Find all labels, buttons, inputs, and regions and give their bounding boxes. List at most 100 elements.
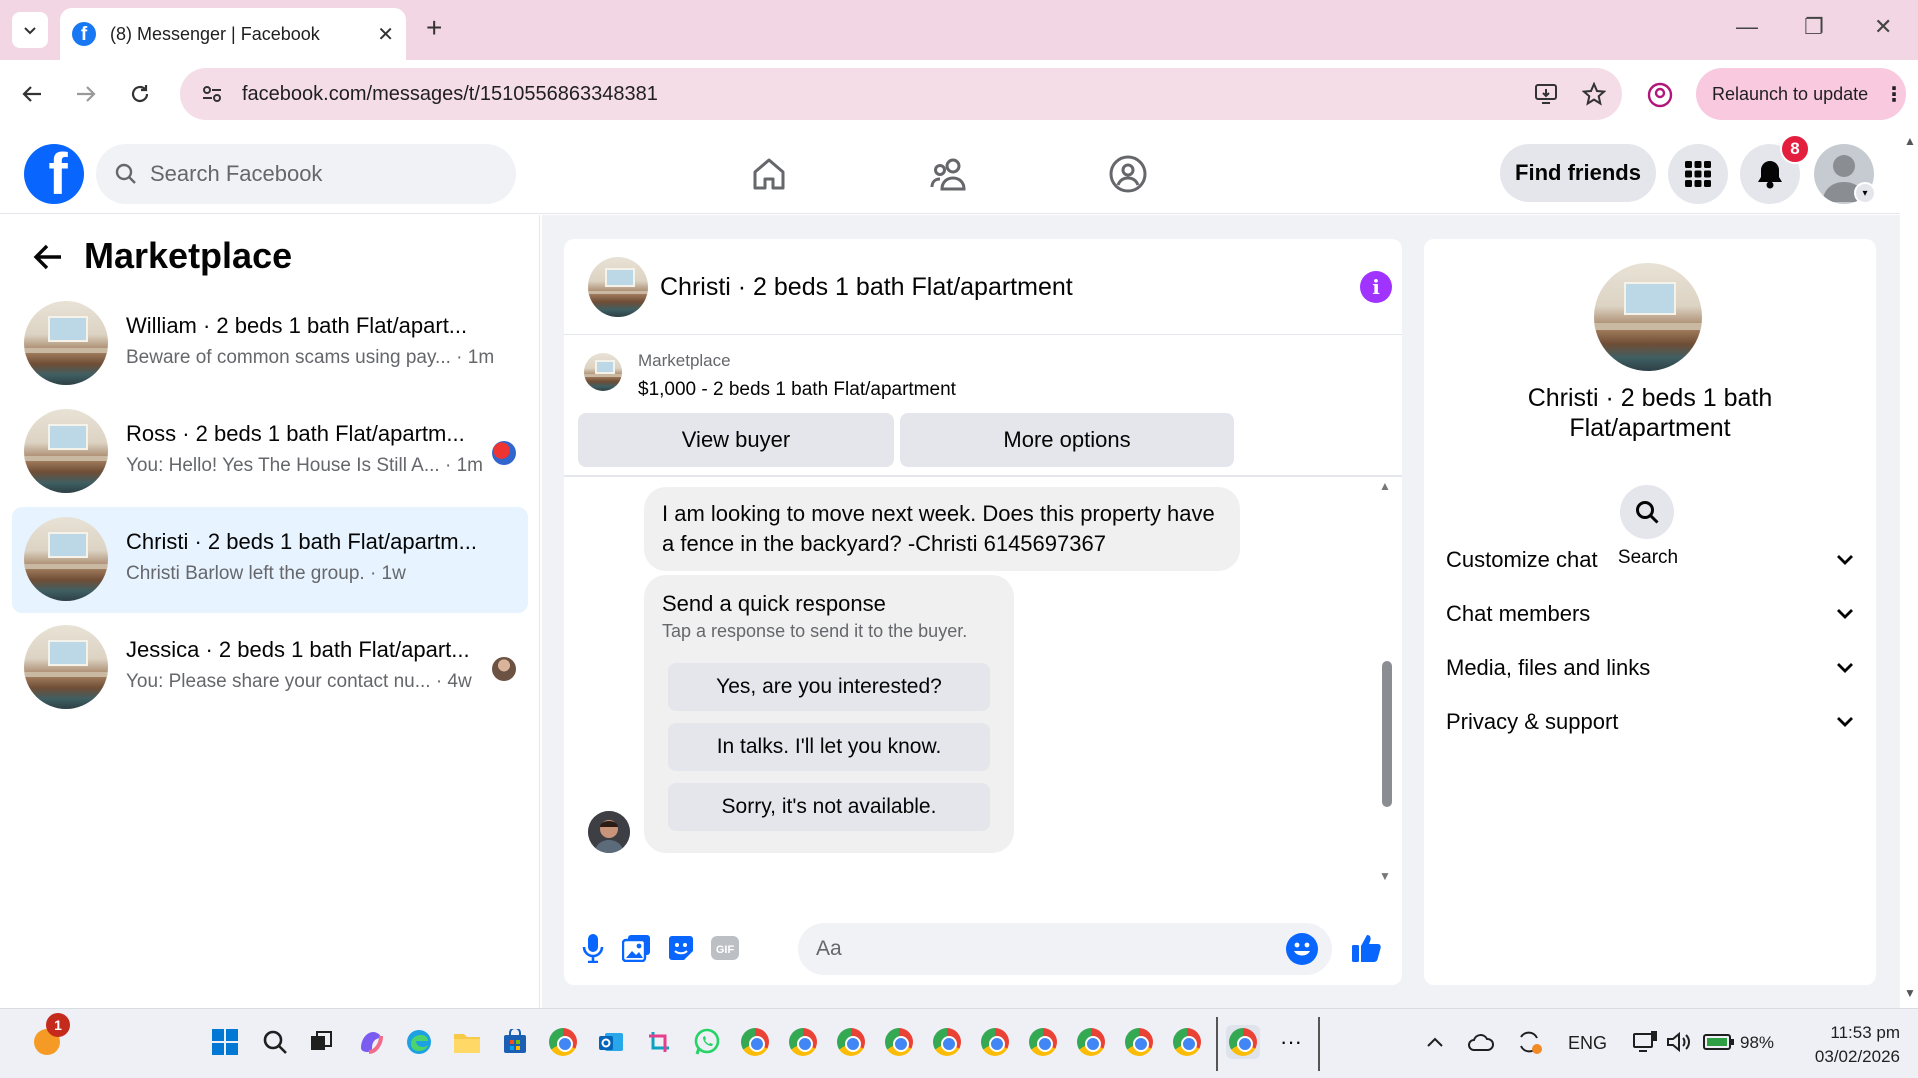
close-window-icon[interactable]: ✕ xyxy=(1874,14,1892,40)
chrome-profile-icon[interactable] xyxy=(930,1025,964,1059)
search-icon xyxy=(1636,501,1659,524)
conversation-name: Jessica · 2 beds 1 bath Flat/apart... xyxy=(126,637,470,662)
facebook-search-input[interactable]: Search Facebook xyxy=(96,144,516,204)
scrollbar-thumb[interactable] xyxy=(1382,661,1392,807)
chrome-active-window-icon[interactable] xyxy=(1226,1025,1260,1059)
chrome-icon[interactable] xyxy=(546,1025,580,1059)
show-hidden-icons-chevron[interactable] xyxy=(1418,1025,1452,1059)
browser-profile-icon[interactable] xyxy=(1642,77,1678,113)
section-media-files-links[interactable]: Media, files and links xyxy=(1446,641,1854,695)
section-customize-chat[interactable]: Customize chat xyxy=(1446,533,1854,587)
conversation-item-ross[interactable]: Ross · 2 beds 1 bath Flat/apartm... You:… xyxy=(12,399,528,505)
chrome-profile-icon[interactable] xyxy=(1074,1025,1108,1059)
listing-thumbnail xyxy=(24,517,108,601)
message-input[interactable]: Aa xyxy=(798,923,1332,975)
chrome-profile-icon[interactable] xyxy=(834,1025,868,1059)
chrome-profile-icon[interactable] xyxy=(882,1025,916,1059)
groups-nav-icon[interactable] xyxy=(1104,150,1152,198)
chrome-profile-icon[interactable] xyxy=(1122,1025,1156,1059)
browser-tabstrip: f (8) Messenger | Facebook ✕ + — ❐ ✕ xyxy=(0,0,1918,60)
like-thumbs-up-icon[interactable] xyxy=(1350,931,1384,965)
language-indicator[interactable]: ENG xyxy=(1568,1033,1607,1054)
battery-icon[interactable] xyxy=(1702,1025,1736,1059)
new-tab-button[interactable]: + xyxy=(426,14,442,42)
sync-update-icon[interactable] xyxy=(1512,1025,1546,1059)
quick-response-option[interactable]: Sorry, it's not available. xyxy=(668,783,990,831)
taskbar-clock[interactable]: 11:53 pm 03/02/2026 xyxy=(1780,1021,1900,1069)
message-scrollbar[interactable]: ▲ ▼ xyxy=(1378,479,1394,909)
outlook-icon[interactable] xyxy=(594,1025,628,1059)
whatsapp-icon[interactable] xyxy=(690,1025,724,1059)
volume-icon[interactable] xyxy=(1662,1025,1696,1059)
menu-grid-button[interactable] xyxy=(1668,144,1728,204)
find-friends-button[interactable]: Find friends xyxy=(1500,144,1656,202)
photo-icon[interactable] xyxy=(620,931,654,965)
view-buyer-button[interactable]: View buyer xyxy=(578,413,894,467)
forward-button[interactable] xyxy=(68,76,104,112)
listing-price-title[interactable]: $1,000 - 2 beds 1 bath Flat/apartment xyxy=(638,379,956,401)
info-icon[interactable]: i xyxy=(1360,271,1392,303)
snipping-tool-icon[interactable] xyxy=(642,1025,676,1059)
network-icon[interactable] xyxy=(1628,1025,1662,1059)
home-nav-icon[interactable] xyxy=(745,150,793,198)
scroll-up-icon[interactable]: ▲ xyxy=(1904,134,1916,148)
reload-button[interactable] xyxy=(122,76,158,112)
conversation-snippet: You: Hello! Yes The House Is Still A... … xyxy=(126,455,483,476)
file-explorer-icon[interactable] xyxy=(450,1025,484,1059)
chevron-down-icon xyxy=(1837,555,1853,565)
facebook-logo-icon[interactable]: f xyxy=(24,144,84,204)
chrome-profile-icon[interactable] xyxy=(786,1025,820,1059)
address-bar[interactable]: facebook.com/messages/t/1510556863348381 xyxy=(180,68,1622,120)
gif-icon[interactable]: GIF xyxy=(708,931,742,965)
friends-nav-icon[interactable] xyxy=(925,150,973,198)
microphone-icon[interactable] xyxy=(576,931,610,965)
account-menu-chevron-icon[interactable]: ▾ xyxy=(1854,182,1876,204)
chat-thumbnail[interactable] xyxy=(588,257,648,317)
restore-icon[interactable]: ❐ xyxy=(1804,14,1824,40)
conversation-item-christi[interactable]: Christi · 2 beds 1 bath Flat/apartm... C… xyxy=(12,507,528,613)
section-privacy-support[interactable]: Privacy & support xyxy=(1446,695,1854,749)
tab-search-menu-button[interactable] xyxy=(12,12,48,48)
copilot-icon[interactable] xyxy=(354,1025,388,1059)
back-button[interactable] xyxy=(14,76,50,112)
more-apps-icon[interactable]: ··· xyxy=(1274,1025,1308,1059)
chrome-profile-icon[interactable] xyxy=(738,1025,772,1059)
edge-browser-icon[interactable] xyxy=(402,1025,436,1059)
chrome-profile-icon[interactable] xyxy=(1026,1025,1060,1059)
conversation-name: William · 2 beds 1 bath Flat/apart... xyxy=(126,313,468,338)
onedrive-cloud-icon[interactable] xyxy=(1464,1025,1498,1059)
windows-start-icon[interactable] xyxy=(208,1025,242,1059)
close-tab-icon[interactable]: ✕ xyxy=(377,22,394,47)
task-view-icon[interactable] xyxy=(304,1025,338,1059)
conversation-snippet: Beware of common scams using pay... · 1m xyxy=(126,347,495,368)
conversation-item-jessica[interactable]: Jessica · 2 beds 1 bath Flat/apart... Yo… xyxy=(12,615,528,721)
page-scrollbar[interactable]: ▲ ▼ xyxy=(1900,130,1918,1008)
relaunch-to-update-button[interactable]: Relaunch to update ⋮ xyxy=(1696,68,1906,120)
browser-tab[interactable]: f (8) Messenger | Facebook ✕ xyxy=(60,8,406,60)
section-chat-members[interactable]: Chat members xyxy=(1446,587,1854,641)
quick-response-option[interactable]: In talks. I'll let you know. xyxy=(668,723,990,771)
scroll-down-icon[interactable]: ▼ xyxy=(1379,869,1391,883)
site-settings-icon[interactable] xyxy=(196,78,228,110)
install-app-icon[interactable] xyxy=(1526,74,1566,114)
minimize-icon[interactable]: — xyxy=(1736,14,1758,40)
search-in-conversation-button[interactable] xyxy=(1620,485,1674,539)
scroll-up-icon[interactable]: ▲ xyxy=(1379,479,1391,493)
more-options-button[interactable]: More options xyxy=(900,413,1234,467)
quick-response-option[interactable]: Yes, are you interested? xyxy=(668,663,990,711)
back-arrow-icon[interactable] xyxy=(30,239,66,275)
microsoft-store-icon[interactable] xyxy=(498,1025,532,1059)
chrome-profile-icon[interactable] xyxy=(978,1025,1012,1059)
sender-avatar[interactable] xyxy=(588,811,630,853)
sticker-icon[interactable] xyxy=(664,931,698,965)
chat-title[interactable]: Christi · 2 beds 1 bath Flat/apartment xyxy=(660,273,1073,302)
bookmark-star-icon[interactable] xyxy=(1574,74,1614,114)
conversation-snippet: You: Please share your contact nu... · 4… xyxy=(126,671,472,692)
scroll-down-icon[interactable]: ▼ xyxy=(1904,986,1916,1000)
conversation-item-william[interactable]: William · 2 beds 1 bath Flat/apart... Be… xyxy=(12,291,528,397)
taskbar-search-icon[interactable] xyxy=(258,1025,292,1059)
grid-icon xyxy=(1685,161,1711,187)
chrome-profile-icon[interactable] xyxy=(1170,1025,1204,1059)
emoji-icon[interactable] xyxy=(1286,933,1318,965)
section-label: Privacy & support xyxy=(1446,709,1619,734)
